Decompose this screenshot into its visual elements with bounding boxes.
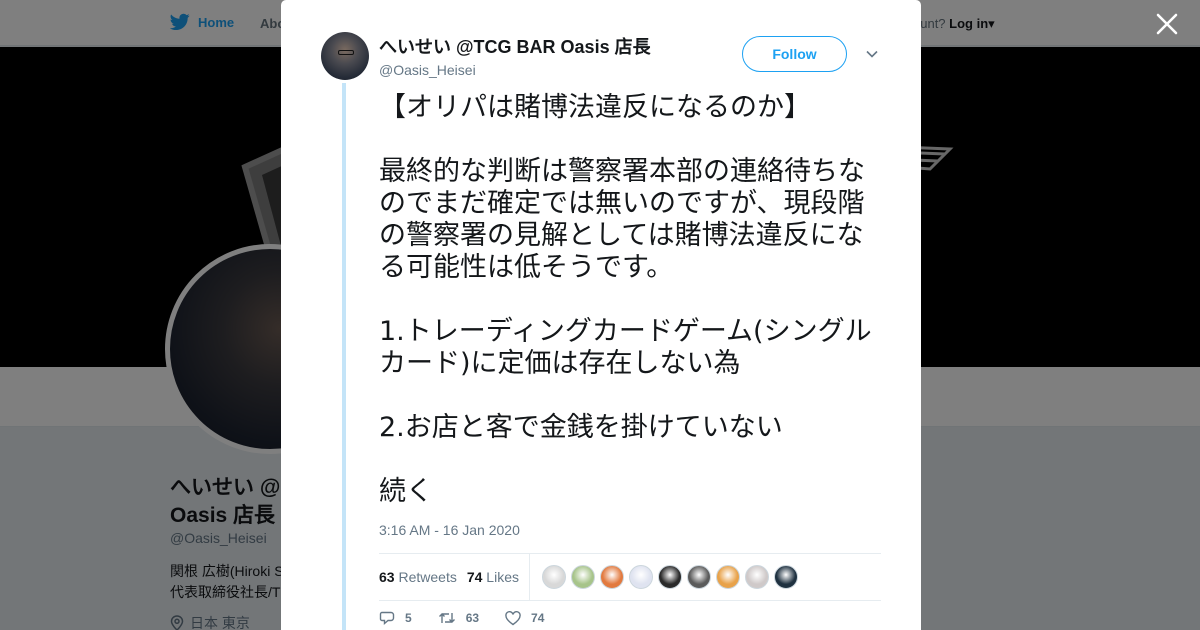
tweet-paragraph: 【オリパは賭博法違反になるのか】 [379,92,811,123]
tweet-timestamp[interactable]: 3:16 AM - 16 Jan 2020 [379,522,520,538]
retweets-count: 63 [379,569,395,585]
retweet-button[interactable]: 63 [438,611,479,625]
liker-avatar[interactable] [541,565,566,589]
liker-avatar[interactable] [686,565,711,589]
retweets-stat[interactable]: 63 Retweets [379,569,457,585]
likes-count: 74 [466,569,483,585]
close-button[interactable] [1154,11,1180,37]
thread-line [342,83,346,630]
tweet-stats: 63 Retweets 74 Likes [379,553,881,601]
more-options-button[interactable] [865,47,879,61]
likes-stat[interactable]: 74 Likes [467,569,519,585]
heart-icon [505,610,521,625]
avatar-glasses-detail [338,50,354,55]
retweet-count: 63 [465,611,480,625]
reply-button[interactable]: 5 [379,610,412,626]
liker-avatar[interactable] [628,565,653,589]
author-name[interactable]: へいせい @TCG BAR Oasis 店長 [379,33,651,59]
retweets-label: Retweets [398,569,457,585]
retweet-icon [438,613,455,623]
liker-avatars [541,565,798,589]
likes-label: Likes [486,569,519,585]
stats-divider [528,553,530,601]
tweet-paragraph: 1.トレーディングカードゲーム(シングルカード)に定価は存在しない為 [379,316,872,379]
follow-button[interactable]: Follow [742,36,847,72]
reply-icon [379,611,395,626]
liker-avatar[interactable] [715,565,740,589]
tweet-text: 【オリパは賭博法違反になるのか】 最終的な判断は警察署本部の連絡待ちなのでまだ確… [379,92,884,540]
tweet-actions: 5 63 74 [379,610,570,626]
liker-avatar[interactable] [657,565,682,589]
tweet-author: へいせい @TCG BAR Oasis 店長 @Oasis_Heisei [379,33,651,78]
tweet-paragraph: 最終的な判断は警察署本部の連絡待ちなのでまだ確定では無いのですが、現段階の警察署… [379,156,865,283]
liker-avatar[interactable] [744,565,769,589]
liker-avatar[interactable] [570,565,595,589]
like-count: 74 [531,611,545,625]
tweet-modal: へいせい @TCG BAR Oasis 店長 @Oasis_Heisei Fol… [281,0,921,630]
reply-count: 5 [405,611,412,625]
close-icon [1156,13,1178,35]
author-handle[interactable]: @Oasis_Heisei [379,62,651,78]
like-button[interactable]: 74 [505,610,545,626]
tweet-paragraph: 2.お店と客で金銭を掛けていない [379,412,783,443]
tweet-paragraph: 続く [379,476,433,507]
chevron-down-icon [866,50,878,58]
liker-avatar[interactable] [599,565,624,589]
author-avatar[interactable] [321,32,369,80]
liker-avatar[interactable] [773,565,798,589]
